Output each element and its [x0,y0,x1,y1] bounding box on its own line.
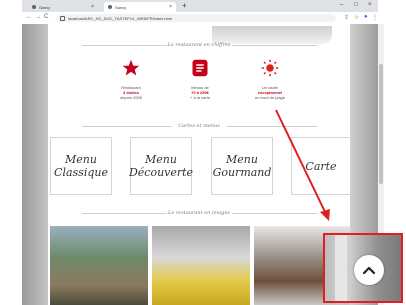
browser-tab-bar: Sanvy × Sanvy × + – □ × [22,0,378,12]
chevron-up-icon [362,266,376,275]
section-title-figures: Le restaurant en chiffres [167,42,231,48]
section-title-menus: Cartes et menus [178,123,220,129]
back-button[interactable]: ← [26,14,32,20]
scroll-to-top-button[interactable] [354,255,384,285]
url-text: localhost/ARC_HC_DOC_TASTEFUL_WEB/FR/ind… [68,15,172,21]
tab-title: Sanvy [39,4,51,10]
site-info-icon[interactable] [60,15,65,21]
minimize-button[interactable]: – [340,2,343,8]
close-window-button[interactable]: × [368,2,372,8]
carte-button[interactable]: Carte [291,137,351,195]
maximize-button[interactable]: □ [354,2,358,8]
close-tab-icon[interactable]: × [169,4,172,10]
browser-tab-1[interactable]: Sanvy × [28,2,98,12]
share-icon[interactable]: ⇪ [344,14,349,21]
favicon-icon [32,5,36,9]
gallery-photo-drinks[interactable] [152,226,250,305]
feature-text: Restaurant 3 étoiles depuis 2008 [120,85,142,100]
menu-decouverte-button[interactable]: Menu Découverte [129,137,193,195]
tab-title: Sanvy [115,4,127,10]
star-icon [122,59,140,76]
menu-kebab-icon[interactable]: ⋮ [372,14,378,21]
feature-text: Un cadre exceptionnel en bord de plage [254,85,286,100]
gallery-photo-terrace[interactable] [50,226,148,305]
sun-icon [261,59,279,77]
bookmark-star-icon[interactable]: ☆ [354,14,359,21]
reload-button[interactable]: C [44,14,48,20]
feature-setting: Un cadre exceptionnel en bord de plage [235,59,305,100]
annotation-zoom-callout [323,233,403,303]
photo-gallery [48,226,350,305]
scrollbar-thumb[interactable] [379,64,383,184]
background-photo-left [22,24,48,305]
menu-classique-button[interactable]: Menu Classique [50,137,112,195]
zoomed-page-edge [335,235,347,301]
close-tab-icon[interactable]: × [91,4,94,10]
forward-button[interactable]: → [35,14,41,20]
feature-text: Menus de 70 à 250€ + à la carte [190,85,210,100]
profile-icon[interactable]: ● [364,14,368,20]
feature-stars: Restaurant 3 étoiles depuis 2008 [96,59,166,100]
section-title-images: Le restaurant en images [168,210,230,216]
favicon-icon [108,5,112,9]
menu-card-icon [192,59,208,77]
url-field[interactable]: localhost/ARC_HC_DOC_TASTEFUL_WEB/FR/ind… [56,14,336,22]
feature-menus: Menus de 70 à 250€ + à la carte [165,59,235,100]
new-tab-button[interactable]: + [182,1,187,10]
browser-tab-2[interactable]: Sanvy × [104,2,176,12]
menu-gourmand-button[interactable]: Menu Gourmand [211,137,273,195]
